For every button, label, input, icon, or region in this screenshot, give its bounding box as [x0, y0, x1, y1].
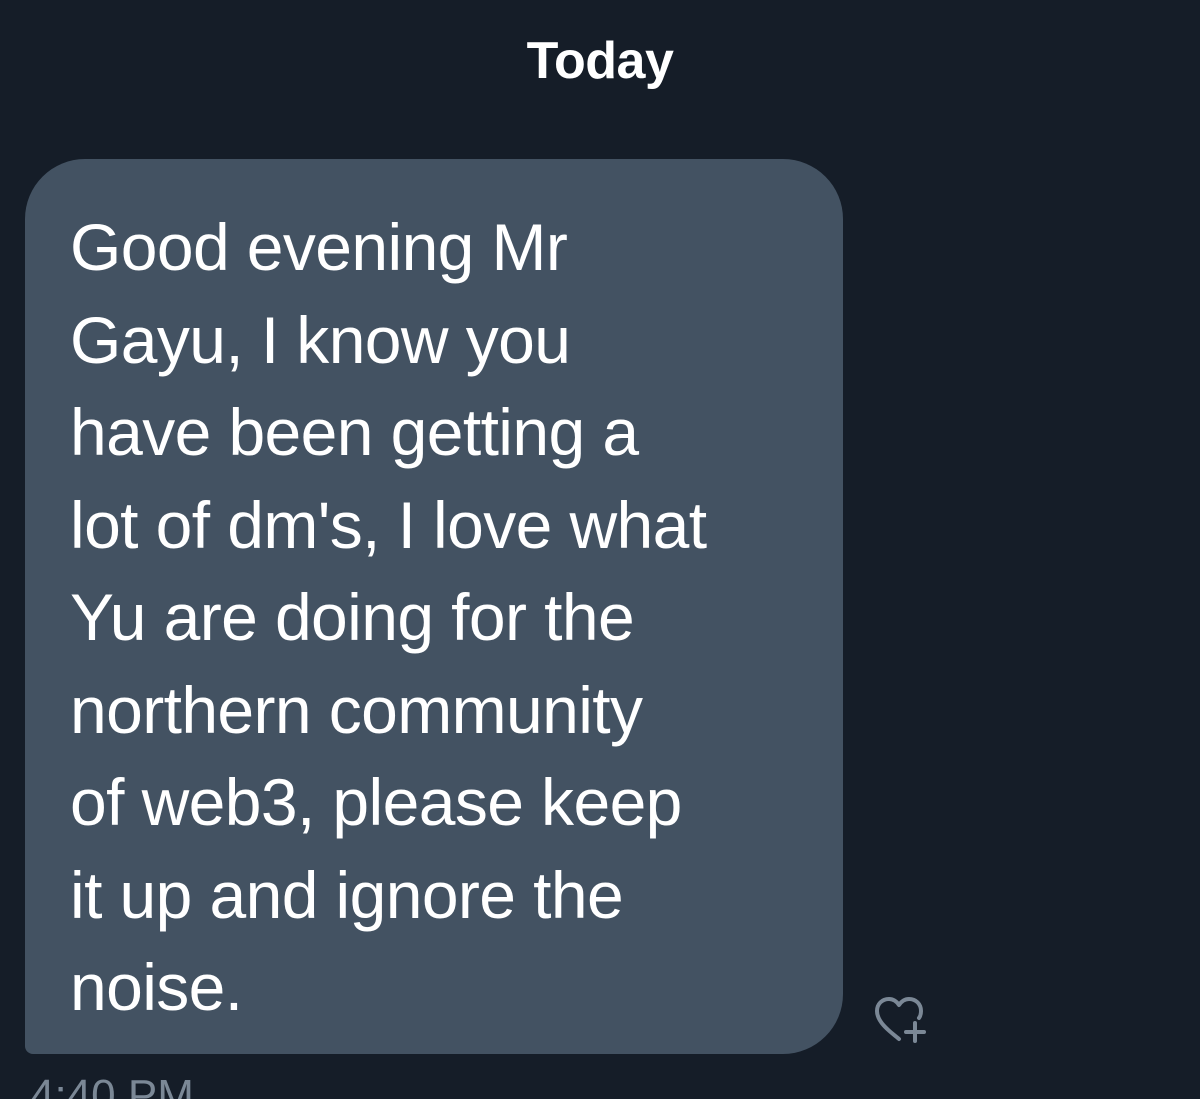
dm-conversation-screen: Today Good evening Mr Gayu, I know you h… — [0, 0, 1200, 1099]
message-timestamp: 4:40 PM — [30, 1071, 194, 1099]
message-bubble[interactable]: Good evening Mr Gayu, I know you have be… — [25, 159, 843, 1054]
heart-plus-icon — [875, 997, 926, 1043]
message-row: Good evening Mr Gayu, I know you have be… — [25, 159, 843, 1054]
date-divider: Today — [526, 32, 674, 90]
message-text: Good evening Mr Gayu, I know you have be… — [70, 210, 707, 1024]
add-reaction-button[interactable] — [870, 994, 932, 1046]
